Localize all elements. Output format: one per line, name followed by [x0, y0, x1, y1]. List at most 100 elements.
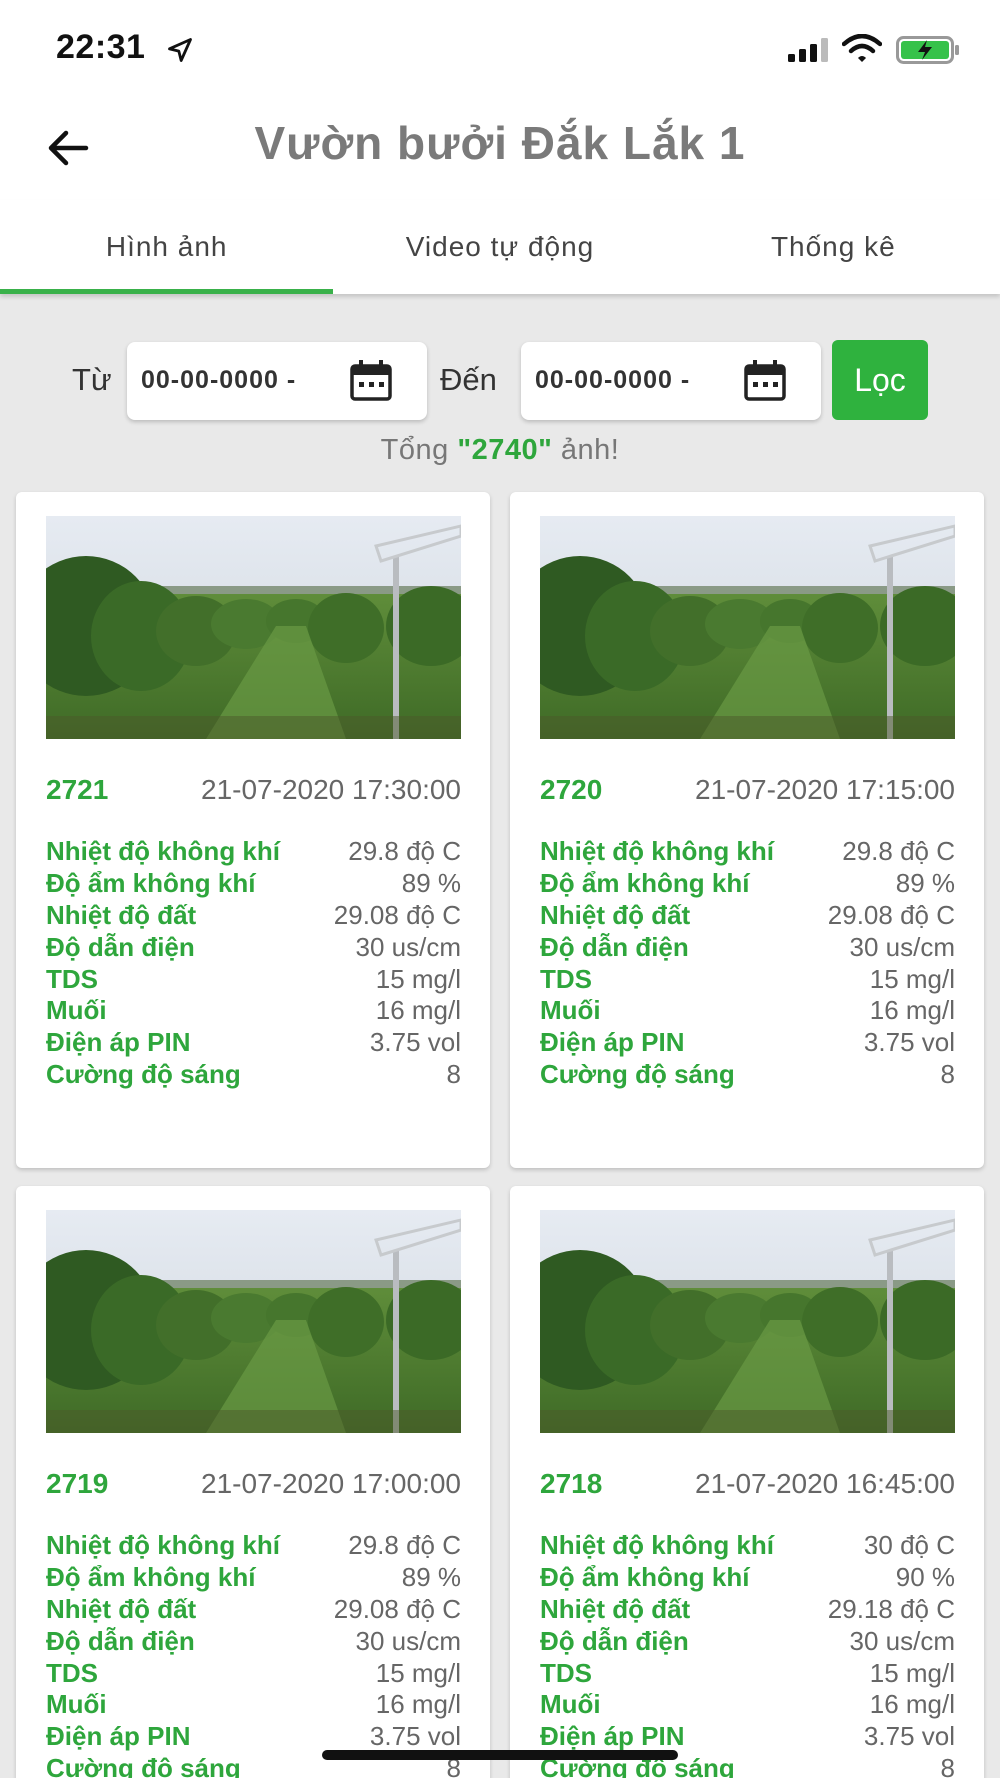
reading-label: Muối [540, 1689, 601, 1720]
sensor-readings: Nhiệt độ không khí 29.8 độ C Độ ẩm không… [540, 836, 955, 1090]
to-date-value: 00-00-0000 - [535, 366, 691, 394]
orchard-photo [540, 516, 955, 739]
card-meta: 2720 21-07-2020 17:15:00 [540, 774, 955, 814]
reading-label: Muối [46, 995, 107, 1026]
card-photo[interactable] [540, 1210, 955, 1433]
orchard-photo [540, 1210, 955, 1433]
card-photo[interactable] [540, 516, 955, 739]
home-indicator[interactable] [322, 1750, 678, 1760]
reading-row: TDS 15 mg/l [46, 1657, 461, 1689]
reading-row: Độ dẫn điện 30 us/cm [540, 931, 955, 963]
sensor-readings: Nhiệt độ không khí 30 độ C Độ ẩm không k… [540, 1530, 955, 1778]
tab-images[interactable]: Hình ảnh [0, 200, 334, 294]
reading-value: 89 % [401, 868, 461, 899]
calendar-icon [744, 360, 786, 401]
reading-row: Cường độ sáng 8 [540, 1059, 955, 1091]
reading-row: Điện áp PIN 3.75 vol [540, 1027, 955, 1059]
reading-row: Nhiệt độ đất 29.08 độ C [540, 900, 955, 932]
reading-label: Muối [540, 995, 601, 1026]
reading-value: 16 mg/l [375, 995, 461, 1026]
reading-row: TDS 15 mg/l [540, 1657, 955, 1689]
reading-row: Độ dẫn điện 30 us/cm [46, 931, 461, 963]
reading-label: Độ dẫn điện [540, 1625, 689, 1656]
reading-label: TDS [540, 1657, 592, 1688]
reading-value: 29.8 độ C [348, 1530, 461, 1561]
reading-row: Muối 16 mg/l [46, 995, 461, 1027]
card-meta: 2721 21-07-2020 17:30:00 [46, 774, 461, 814]
reading-value: 29.8 độ C [842, 836, 955, 867]
photo-card[interactable]: 2718 21-07-2020 16:45:00 Nhiệt độ không … [510, 1186, 984, 1778]
from-date-picker[interactable]: 00-00-0000 - [127, 342, 427, 420]
reading-value: 15 mg/l [375, 1657, 461, 1688]
reading-row: Muối 16 mg/l [540, 1689, 955, 1721]
reading-label: Cường độ sáng [46, 1752, 241, 1778]
to-date-picker[interactable]: 00-00-0000 - [521, 342, 821, 420]
reading-row: Muối 16 mg/l [540, 995, 955, 1027]
reading-value: 16 mg/l [869, 995, 955, 1026]
reading-row: Nhiệt độ đất 29.18 độ C [540, 1594, 955, 1626]
reading-value: 3.75 vol [369, 1721, 461, 1752]
from-date-value: 00-00-0000 - [141, 366, 297, 394]
photo-card[interactable]: 2721 21-07-2020 17:30:00 Nhiệt độ không … [16, 492, 490, 1168]
reading-value: 90 % [895, 1562, 955, 1593]
tab-statistics[interactable]: Thống kê [667, 200, 1000, 294]
tab-auto-video[interactable]: Video tự động [333, 200, 666, 294]
reading-value: 89 % [401, 1562, 461, 1593]
reading-value: 29.08 độ C [333, 1593, 461, 1624]
orchard-photo [46, 1210, 461, 1433]
reading-row: Muối 16 mg/l [46, 1689, 461, 1721]
reading-row: TDS 15 mg/l [540, 963, 955, 995]
reading-row: Nhiệt độ không khí 30 độ C [540, 1530, 955, 1562]
photo-card[interactable]: 2719 21-07-2020 17:00:00 Nhiệt độ không … [16, 1186, 490, 1778]
reading-row: Độ dẫn điện 30 us/cm [540, 1625, 955, 1657]
reading-label: Độ ẩm không khí [46, 1562, 256, 1593]
record-id: 2719 [46, 1468, 109, 1499]
reading-row: Độ ẩm không khí 89 % [46, 1562, 461, 1594]
total-count: "2740" [457, 434, 553, 466]
reading-row: Độ ẩm không khí 89 % [46, 868, 461, 900]
reading-value: 3.75 vol [863, 1721, 955, 1752]
reading-value: 29.8 độ C [348, 836, 461, 867]
reading-value: 30 us/cm [355, 931, 462, 962]
reading-value: 29.08 độ C [333, 899, 461, 930]
record-id: 2721 [46, 774, 109, 805]
reading-value: 30 us/cm [355, 1625, 462, 1656]
reading-value: 30 us/cm [849, 931, 956, 962]
reading-value: 15 mg/l [375, 963, 461, 994]
reading-value: 3.75 vol [369, 1027, 461, 1058]
reading-row: Cường độ sáng 8 [46, 1059, 461, 1091]
reading-value: 30 us/cm [849, 1625, 956, 1656]
calendar-icon [350, 360, 392, 401]
reading-label: Nhiệt độ không khí [46, 836, 280, 867]
card-photo[interactable] [46, 516, 461, 739]
reading-label: Điện áp PIN [46, 1027, 191, 1058]
reading-label: Điện áp PIN [46, 1721, 191, 1752]
reading-label: Độ ẩm không khí [46, 868, 256, 899]
reading-value: 15 mg/l [869, 963, 955, 994]
signal-icon [788, 38, 828, 62]
battery-charging-icon [896, 36, 959, 64]
reading-value: 29.18 độ C [827, 1593, 955, 1624]
to-label: Đến [440, 362, 497, 397]
photo-card[interactable]: 2720 21-07-2020 17:15:00 Nhiệt độ không … [510, 492, 984, 1168]
total-prefix: Tổng [380, 434, 458, 466]
reading-row: Độ dẫn điện 30 us/cm [46, 1625, 461, 1657]
reading-row: Độ ẩm không khí 90 % [540, 1562, 955, 1594]
filter-button[interactable]: Lọc [832, 340, 928, 420]
record-timestamp: 21-07-2020 17:00:00 [201, 1468, 461, 1499]
reading-value: 8 [940, 1752, 955, 1778]
card-photo[interactable] [46, 1210, 461, 1433]
record-timestamp: 21-07-2020 17:30:00 [201, 774, 461, 805]
card-meta: 2719 21-07-2020 17:00:00 [46, 1468, 461, 1508]
reading-value: 3.75 vol [863, 1027, 955, 1058]
status-bar: 22:31 [0, 0, 1000, 96]
status-time: 22:31 [56, 28, 146, 66]
sensor-readings: Nhiệt độ không khí 29.8 độ C Độ ẩm không… [46, 836, 461, 1090]
reading-value: 16 mg/l [375, 1689, 461, 1720]
date-filter: Từ 00-00-0000 - Đến 00-00-0000 - Lọc [0, 340, 1000, 422]
reading-label: Cường độ sáng [540, 1058, 735, 1089]
reading-row: Nhiệt độ không khí 29.8 độ C [46, 1530, 461, 1562]
card-meta: 2718 21-07-2020 16:45:00 [540, 1468, 955, 1508]
orchard-photo [46, 516, 461, 739]
tab-bar: Hình ảnh Video tự động Thống kê [0, 200, 1000, 294]
